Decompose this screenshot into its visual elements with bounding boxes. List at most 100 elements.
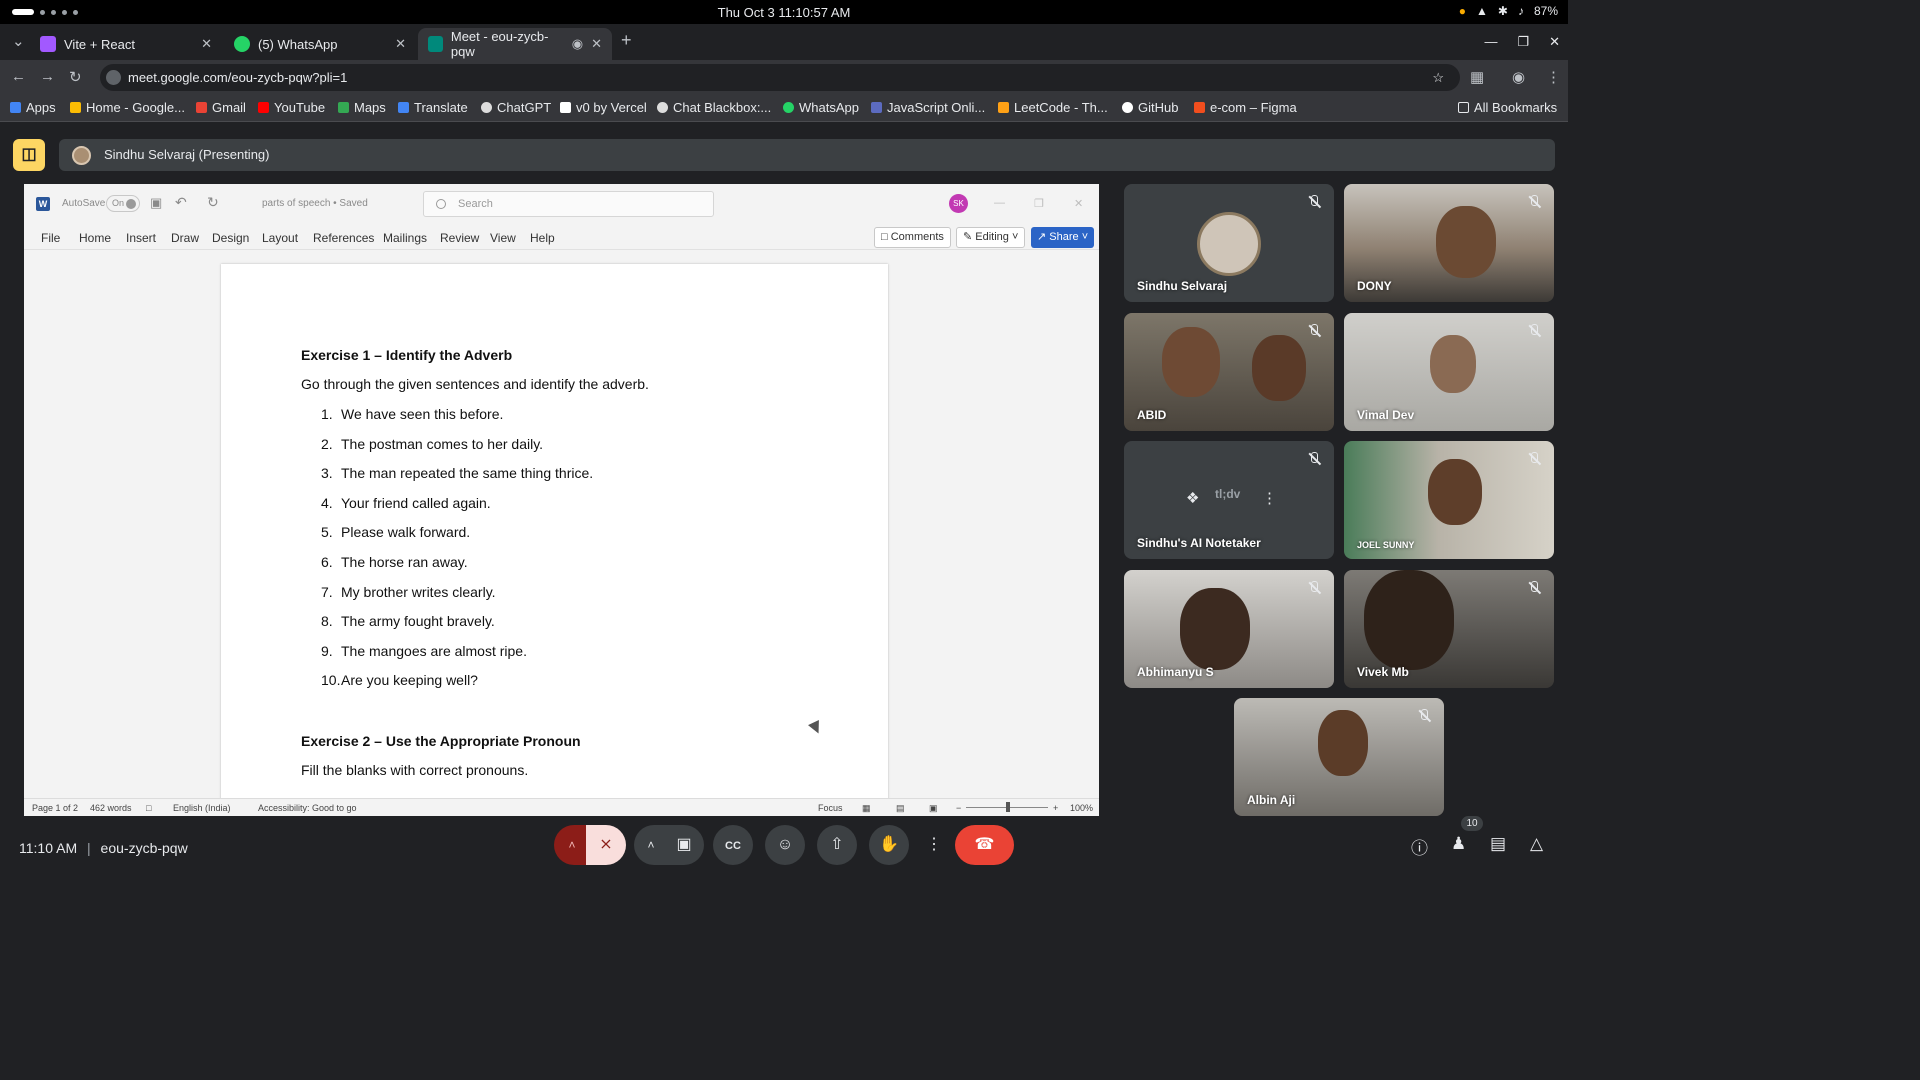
redo-icon[interactable]: ↻ xyxy=(207,194,219,211)
mic-options-button[interactable]: ˄ xyxy=(554,825,590,865)
participant-tile[interactable]: JOEL SUNNY xyxy=(1344,441,1554,559)
menu-review[interactable]: Review xyxy=(440,231,479,245)
tab-vite-react[interactable]: Vite + React ✕ xyxy=(30,28,222,60)
zoom-out-icon[interactable]: − xyxy=(956,803,961,813)
forward-icon[interactable]: → xyxy=(40,68,55,85)
camera-toggle-button[interactable]: ▣ xyxy=(664,825,704,865)
close-window-icon[interactable]: ✕ xyxy=(1549,34,1560,50)
reactions-button[interactable]: ☺ xyxy=(765,825,805,865)
document-title[interactable]: parts of speech • Saved xyxy=(262,198,368,209)
word-close-icon[interactable]: ✕ xyxy=(1074,197,1083,210)
more-options-icon[interactable]: ⋮ xyxy=(1262,489,1277,507)
menu-home[interactable]: Home xyxy=(79,231,111,245)
menu-view[interactable]: View xyxy=(490,231,516,245)
meeting-details-icon[interactable]: ⓘ xyxy=(1411,834,1428,859)
people-icon[interactable]: ♟ xyxy=(1451,834,1466,854)
close-tab-icon[interactable]: ✕ xyxy=(201,36,212,52)
proofing-icon[interactable]: □ xyxy=(146,803,151,813)
participant-tile[interactable]: ❖ tl;dv ⋮ Sindhu's AI Notetaker xyxy=(1124,441,1334,559)
save-icon[interactable]: ▣ xyxy=(150,195,162,211)
activities-icon[interactable]: △ xyxy=(1530,834,1543,854)
leave-call-button[interactable]: ☎ xyxy=(955,825,1014,865)
user-avatar[interactable]: SK xyxy=(949,194,968,213)
close-tab-icon[interactable]: ✕ xyxy=(591,36,602,52)
microphone-toggle-button[interactable]: ⨯ xyxy=(586,825,626,865)
menu-file[interactable]: File xyxy=(41,231,60,245)
share-button[interactable]: ↗ Share ˅ xyxy=(1031,227,1095,248)
bookmark-blackbox[interactable]: Chat Blackbox:... xyxy=(657,100,771,115)
camera-options-button[interactable]: ˄ xyxy=(634,825,668,865)
minimize-icon[interactable]: — xyxy=(1484,34,1497,50)
menu-mailings[interactable]: Mailings xyxy=(383,231,427,245)
new-tab-icon[interactable]: + xyxy=(621,30,632,51)
word-restore-icon[interactable]: ❐ xyxy=(1034,197,1044,210)
bookmark-translate[interactable]: Translate xyxy=(398,100,468,115)
tab-search-icon[interactable]: ⌄ xyxy=(12,32,25,50)
participant-tile[interactable]: Vivek Mb xyxy=(1344,570,1554,688)
tab-whatsapp[interactable]: (5) WhatsApp ✕ xyxy=(224,28,416,60)
word-search-box[interactable]: Search xyxy=(423,191,714,217)
bookmark-v0[interactable]: v0 by Vercel xyxy=(560,100,647,115)
menu-references[interactable]: References xyxy=(313,231,374,245)
system-tray[interactable]: ● ▲ ✱ ♪ 87% xyxy=(1459,4,1558,18)
all-bookmarks[interactable]: All Bookmarks xyxy=(1458,100,1557,115)
print-layout-icon[interactable]: ▤ xyxy=(896,803,905,814)
page-count[interactable]: Page 1 of 2 xyxy=(32,803,78,813)
zoom-level[interactable]: 100% xyxy=(1070,803,1093,813)
bookmark-chatgpt[interactable]: ChatGPT xyxy=(481,100,551,115)
menu-design[interactable]: Design xyxy=(212,231,249,245)
comments-button[interactable]: □ Comments xyxy=(874,227,951,248)
reload-icon[interactable]: ↻ xyxy=(69,68,82,86)
site-info-icon[interactable] xyxy=(106,70,121,85)
bookmark-leetcode[interactable]: LeetCode - Th... xyxy=(998,100,1108,115)
close-tab-icon[interactable]: ✕ xyxy=(395,36,406,52)
autosave-toggle[interactable]: On xyxy=(106,195,140,212)
bookmark-gmail[interactable]: Gmail xyxy=(196,100,246,115)
menu-help[interactable]: Help xyxy=(530,231,555,245)
language[interactable]: English (India) xyxy=(173,803,231,813)
editing-mode-button[interactable]: ✎ Editing ˅ xyxy=(956,227,1026,248)
bookmark-github[interactable]: GitHub xyxy=(1122,100,1178,115)
undo-icon[interactable]: ↶ xyxy=(175,194,187,211)
bookmark-whatsapp[interactable]: WhatsApp xyxy=(783,100,859,115)
address-bar[interactable]: meet.google.com/eou-zycb-pqw?pli=1 ☆ xyxy=(100,64,1460,91)
tab-meet[interactable]: Meet - eou-zycb-pqw ◉ ✕ xyxy=(418,28,612,60)
bookmark-home-google[interactable]: Home - Google... xyxy=(70,100,185,115)
document-page[interactable]: Exercise 1 – Identify the Adverb Go thro… xyxy=(221,264,888,816)
bookmark-star-icon[interactable]: ☆ xyxy=(1432,64,1444,91)
system-clock[interactable]: Thu Oct 3 11:10:57 AM xyxy=(0,5,1568,20)
zoom-slider-handle[interactable] xyxy=(1006,802,1010,812)
participant-tile[interactable]: ABID xyxy=(1124,313,1334,431)
pin-icon[interactable]: ❖ xyxy=(1186,489,1199,507)
participant-tile[interactable]: Vimal Dev xyxy=(1344,313,1554,431)
participant-tile[interactable]: Albin Aji xyxy=(1234,698,1444,816)
bookmark-maps[interactable]: Maps xyxy=(338,100,386,115)
accessibility-status[interactable]: Accessibility: Good to go xyxy=(258,803,357,813)
participant-tile[interactable]: Sindhu Selvaraj xyxy=(1124,184,1334,302)
browser-menu-icon[interactable]: ⋮ xyxy=(1546,68,1561,86)
menu-draw[interactable]: Draw xyxy=(171,231,199,245)
read-mode-icon[interactable]: ▦ xyxy=(862,803,871,814)
word-count[interactable]: 462 words xyxy=(90,803,132,813)
bookmark-apps[interactable]: Apps xyxy=(10,100,56,115)
word-minimize-icon[interactable]: — xyxy=(994,197,1005,209)
menu-insert[interactable]: Insert xyxy=(126,231,156,245)
more-options-button[interactable]: ⋮ xyxy=(914,825,954,865)
extensions-icon[interactable]: ▦ xyxy=(1470,68,1484,86)
menu-layout[interactable]: Layout xyxy=(262,231,298,245)
participant-tile[interactable]: Abhimanyu S xyxy=(1124,570,1334,688)
captions-button[interactable]: CC xyxy=(713,825,753,865)
participant-tile[interactable]: DONY xyxy=(1344,184,1554,302)
bookmark-figma[interactable]: e-com – Figma xyxy=(1194,100,1297,115)
back-icon[interactable]: ← xyxy=(11,68,26,85)
presentation-icon[interactable]: ◫ xyxy=(13,139,45,171)
focus-mode[interactable]: Focus xyxy=(818,803,843,813)
profile-avatar[interactable]: ◉ xyxy=(1512,68,1525,86)
web-layout-icon[interactable]: ▣ xyxy=(929,803,938,814)
raise-hand-button[interactable]: ✋ xyxy=(869,825,909,865)
present-button[interactable]: ⇧ xyxy=(817,825,857,865)
restore-icon[interactable]: ❐ xyxy=(1517,34,1529,50)
bookmark-javascript[interactable]: JavaScript Onli... xyxy=(871,100,985,115)
bookmark-youtube[interactable]: YouTube xyxy=(258,100,325,115)
zoom-in-icon[interactable]: + xyxy=(1053,803,1058,813)
